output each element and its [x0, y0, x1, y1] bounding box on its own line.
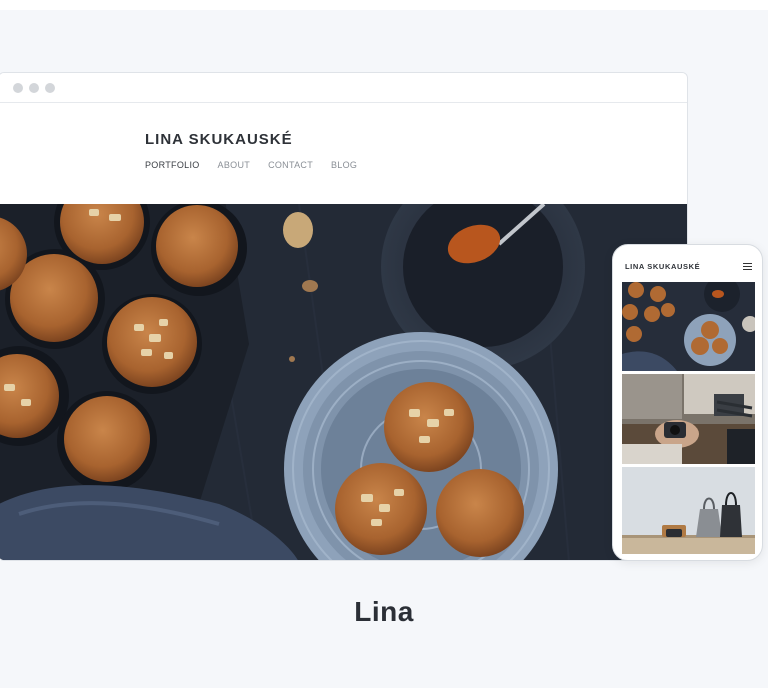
desktop-browser-mockup: LINA SKUKAUSKÉ PORTFOLIO ABOUT CONTACT B…: [0, 72, 688, 561]
mobile-photo-camera: [622, 374, 755, 464]
template-name: Lina: [354, 596, 414, 627]
site-nav: PORTFOLIO ABOUT CONTACT BLOG: [145, 160, 375, 170]
nav-item-about[interactable]: ABOUT: [218, 160, 251, 170]
camera-thumbnail: [622, 374, 755, 464]
nav-item-contact[interactable]: CONTACT: [268, 160, 313, 170]
window-dot-icon: [29, 83, 39, 93]
window-dot-icon: [13, 83, 23, 93]
bags-thumbnail: [622, 467, 755, 554]
nav-item-blog[interactable]: BLOG: [331, 160, 357, 170]
browser-toolbar: [0, 73, 687, 103]
muffins-thumbnail: [622, 282, 755, 371]
mobile-site-logo[interactable]: LINA SKUKAUSKÉ: [625, 262, 700, 271]
top-strip: [0, 0, 768, 10]
mobile-photo-bags: [622, 467, 755, 554]
site-header: LINA SKUKAUSKÉ PORTFOLIO ABOUT CONTACT B…: [0, 103, 687, 204]
mobile-photo-muffins: [622, 282, 755, 371]
hero-image: [0, 204, 687, 560]
site-logo[interactable]: LINA SKUKAUSKÉ: [145, 131, 293, 148]
nav-item-portfolio[interactable]: PORTFOLIO: [145, 160, 200, 170]
menu-icon[interactable]: [743, 263, 752, 271]
mobile-header: LINA SKUKAUSKÉ: [613, 245, 762, 282]
mobile-phone-mockup: LINA SKUKAUSKÉ: [612, 244, 763, 561]
window-dot-icon: [45, 83, 55, 93]
muffins-photo: [0, 204, 687, 560]
